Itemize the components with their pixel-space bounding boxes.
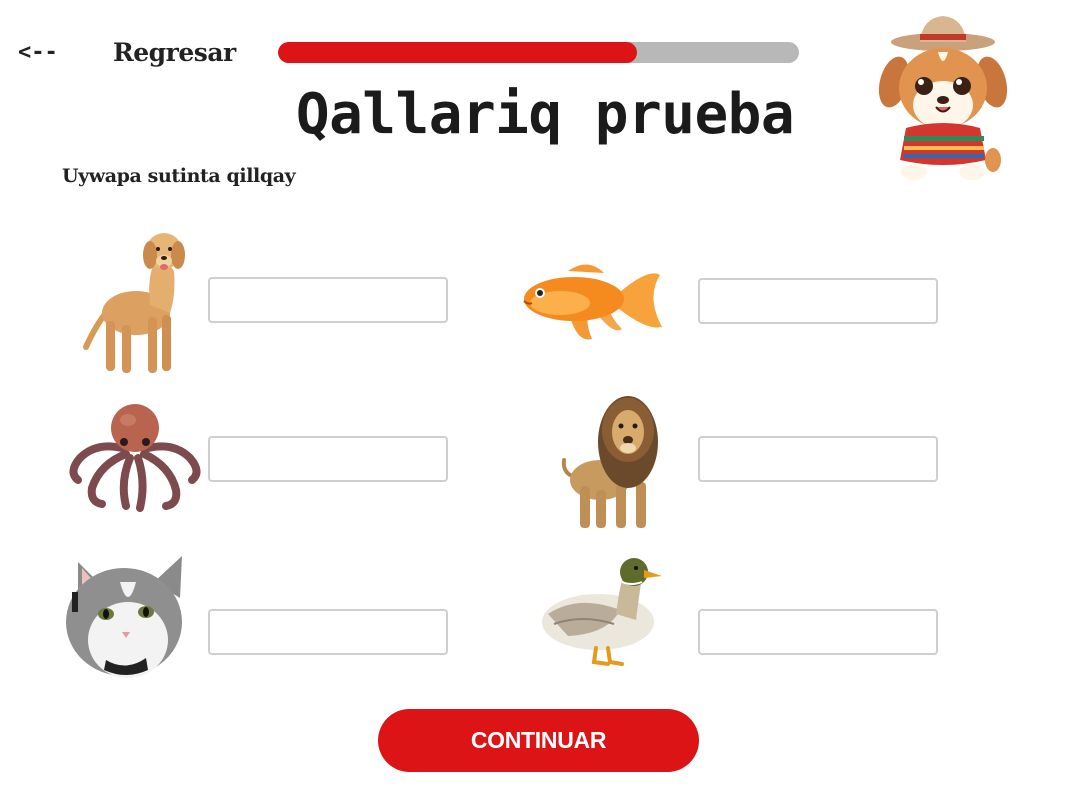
answer-field-octopus[interactable]	[208, 436, 448, 482]
page-title: Qallariq prueba	[295, 82, 795, 147]
answer-field-goldfish[interactable]	[698, 278, 938, 324]
back-button[interactable]: Regresar	[113, 38, 236, 67]
goldfish-image	[523, 264, 662, 340]
cat-image	[66, 556, 182, 678]
duck-image	[542, 558, 662, 666]
back-arrow-icon[interactable]: <--	[18, 40, 58, 65]
answer-field-cat[interactable]	[208, 609, 448, 655]
lion-image	[561, 396, 658, 528]
continue-button[interactable]: CONTINUAR	[378, 709, 699, 772]
progress-bar	[278, 42, 799, 63]
octopus-image	[69, 404, 201, 512]
answer-field-dog[interactable]	[208, 277, 448, 323]
answer-field-lion[interactable]	[698, 436, 938, 482]
instruction-text: Uywapa sutinta qillqay	[62, 165, 296, 187]
dog-image	[83, 233, 185, 373]
answer-field-duck[interactable]	[698, 609, 938, 655]
progress-fill	[278, 42, 638, 63]
